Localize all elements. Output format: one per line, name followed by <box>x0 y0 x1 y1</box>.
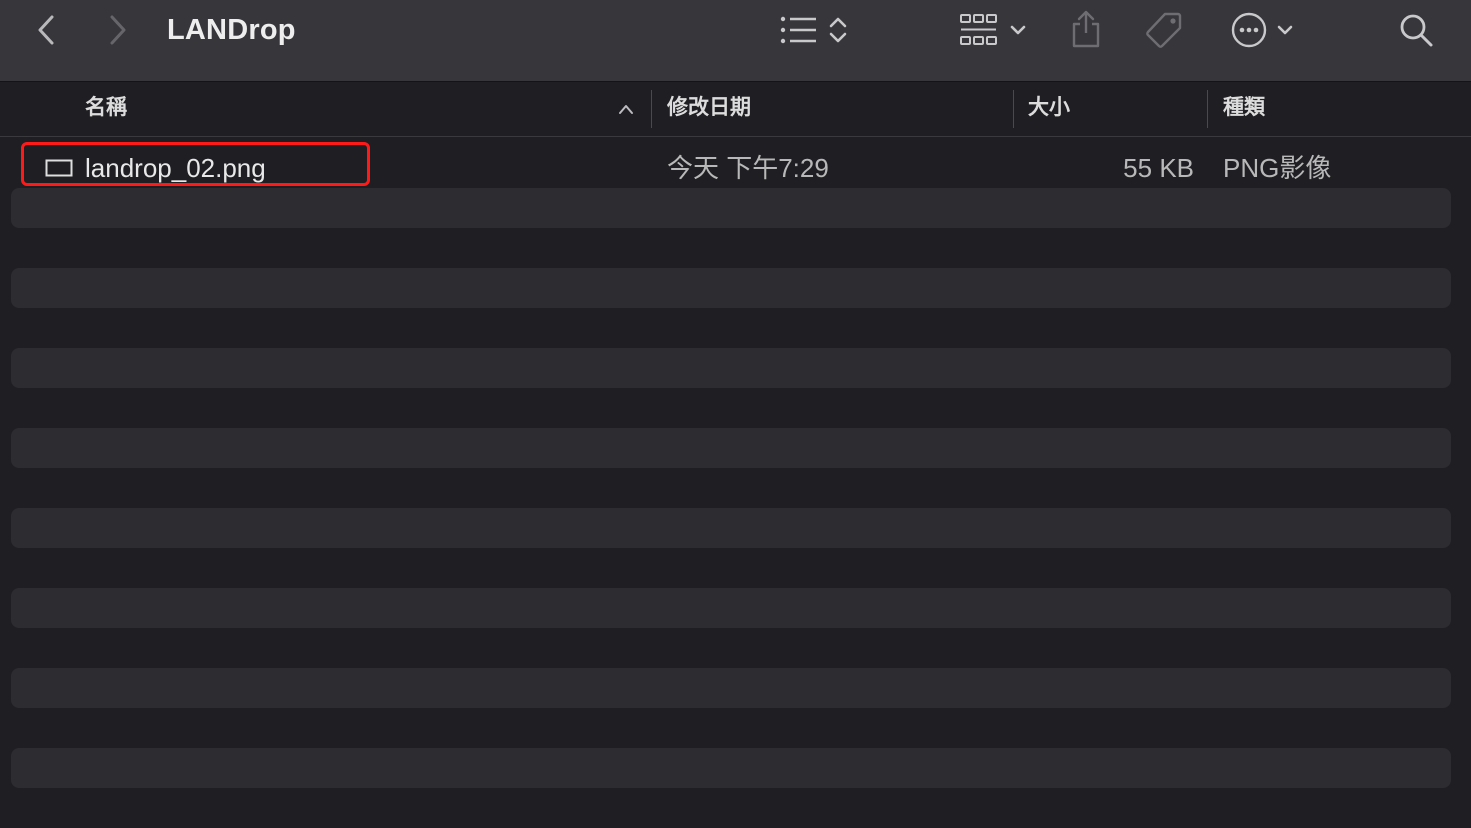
search-button[interactable] <box>1396 10 1436 50</box>
forward-chevron-icon <box>110 15 126 45</box>
share-icon <box>1072 10 1100 48</box>
toolbar: LANDrop <box>0 0 1471 82</box>
column-header-size[interactable]: 大小 <box>1028 82 1070 136</box>
empty-row <box>11 588 1451 628</box>
file-kind: PNG影像 <box>1223 153 1332 183</box>
file-size: 55 KB <box>1123 153 1194 183</box>
column-divider[interactable] <box>1013 90 1014 128</box>
file-list: landrop_02.png 今天 下午7:29 55 KB PNG影像 <box>0 137 1471 828</box>
tag-button[interactable] <box>1140 8 1186 52</box>
forward-button[interactable] <box>100 12 136 48</box>
chevron-down-icon <box>1010 25 1026 35</box>
column-header-date-modified[interactable]: 修改日期 <box>667 82 751 136</box>
list-view-icon <box>780 16 816 44</box>
group-grid-icon <box>960 14 997 45</box>
more-actions-button[interactable] <box>1226 10 1298 50</box>
share-button[interactable] <box>1066 8 1106 50</box>
column-divider[interactable] <box>651 90 652 128</box>
empty-row <box>11 348 1451 388</box>
column-header: 名稱 修改日期 大小 種類 <box>0 82 1471 137</box>
empty-row <box>11 668 1451 708</box>
column-header-kind[interactable]: 種類 <box>1223 82 1265 136</box>
window-title: LANDrop <box>167 14 296 46</box>
empty-row <box>11 508 1451 548</box>
column-header-name[interactable]: 名稱 <box>85 82 127 136</box>
empty-row <box>11 748 1451 788</box>
sort-ascending-icon <box>619 105 633 114</box>
chevron-down-icon <box>1277 25 1293 35</box>
empty-row <box>11 428 1451 468</box>
back-chevron-icon <box>38 15 54 45</box>
group-button[interactable] <box>956 10 1030 50</box>
tag-icon <box>1146 12 1182 48</box>
column-divider[interactable] <box>1207 90 1208 128</box>
empty-row <box>11 188 1451 228</box>
highlight-box <box>21 142 370 186</box>
view-mode-button[interactable] <box>776 10 852 50</box>
more-actions-icon <box>1231 12 1267 48</box>
file-date-modified: 今天 下午7:29 <box>667 153 829 183</box>
empty-row <box>11 268 1451 308</box>
up-down-chevron-icon <box>829 17 847 43</box>
search-icon <box>1400 14 1433 47</box>
back-button[interactable] <box>28 12 64 48</box>
